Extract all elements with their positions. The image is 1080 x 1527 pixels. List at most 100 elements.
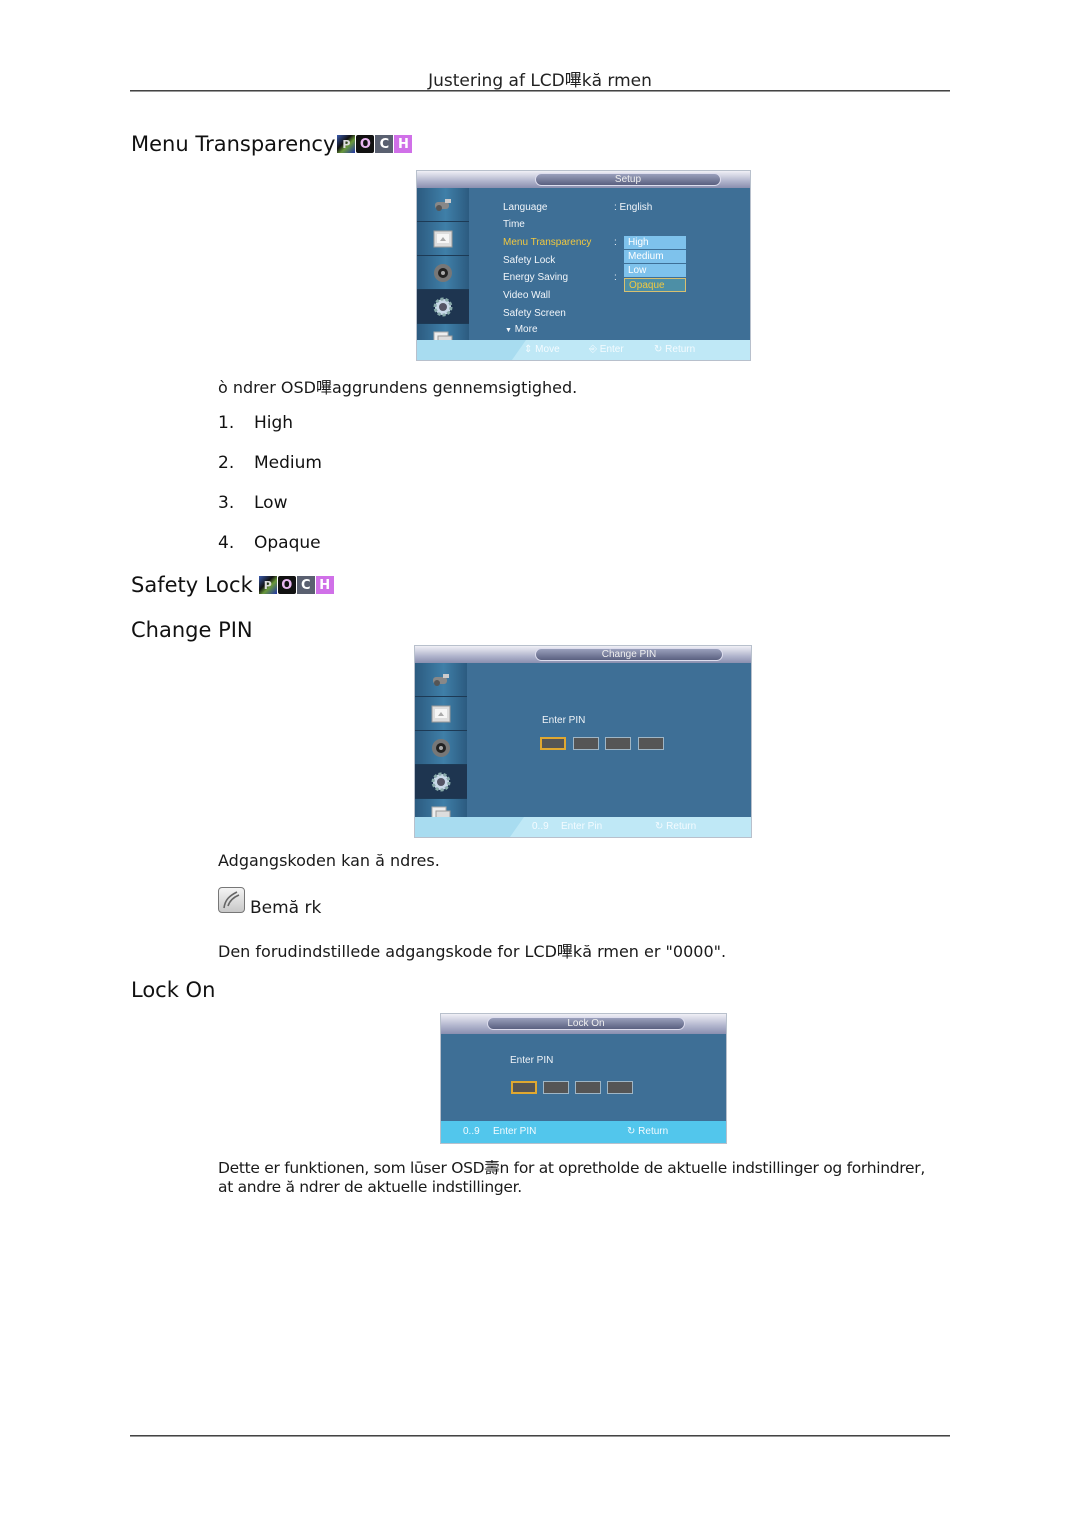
option-list-item: 2. Medium xyxy=(218,453,322,473)
osd-title: Setup xyxy=(535,173,721,186)
osd-item-video-wall: Video Wall xyxy=(503,290,551,301)
osd-picture-icon xyxy=(417,222,469,256)
return-icon: ↻ xyxy=(654,344,663,355)
option-list-item: 3. Low xyxy=(218,493,287,513)
note-text: Den forudindstillede adgangskode for LCD… xyxy=(218,942,727,961)
mode-badges: P O C H xyxy=(337,135,413,153)
note-title: Bemă rk xyxy=(250,898,322,918)
option-number: 4. xyxy=(218,533,235,553)
safety-lock-title: Safety Lock xyxy=(131,573,253,597)
osd-title: Lock On xyxy=(487,1017,685,1030)
osd-item-language: Language xyxy=(503,202,548,213)
osd-item-energy-saving: Energy Saving xyxy=(503,272,569,283)
osd-picture-icon xyxy=(415,697,467,731)
option-label: Opaque xyxy=(254,533,321,553)
component-mode-icon: C xyxy=(296,576,315,594)
osd-footer: 0..9 Enter PIN ↻ Return xyxy=(441,1121,726,1143)
menu-transparency-title: Menu Transparency xyxy=(131,132,336,156)
arrow-down-icon: ▼ xyxy=(505,327,512,334)
osd-sidebar xyxy=(415,663,467,826)
dropdown-option-low: Low xyxy=(624,264,686,278)
osd-item-menu-transparency: Menu Transparency xyxy=(503,237,592,248)
pin-digit-2 xyxy=(573,737,599,750)
enter-pin-label: Enter PIN xyxy=(542,715,586,726)
header-divider xyxy=(130,90,950,92)
note-icon xyxy=(218,887,245,913)
component-mode-icon: C xyxy=(375,135,394,153)
osd-sound-icon xyxy=(415,731,467,765)
osd-item-safety-lock: Safety Lock xyxy=(503,255,556,266)
osd-item-time: Time xyxy=(503,219,525,230)
dropdown-option-medium: Medium xyxy=(624,250,686,264)
osd-item-more-label: More xyxy=(514,324,538,335)
pin-digit-2 xyxy=(543,1081,569,1094)
option-list-item: 1. High xyxy=(218,413,293,433)
option-number: 2. xyxy=(218,453,235,473)
change-pin-description: Adgangskoden kan ă ndres. xyxy=(218,851,440,870)
change-pin-heading: Change PIN xyxy=(131,618,253,642)
osd-input-icon xyxy=(417,188,469,222)
osd-footer-enter: ⎆ Enter xyxy=(589,344,624,355)
setup-osd-screenshot: Setup Language : English Time Menu Trans… xyxy=(416,170,751,361)
mode-badges: P O C H xyxy=(258,576,334,594)
menu-transparency-description: ò ndrer OSD嗶aggrundens gennemsigtighed. xyxy=(218,378,578,397)
menu-transparency-heading: Menu Transparency P O C H xyxy=(131,132,413,156)
osd-footer-digits: 0..9 xyxy=(463,1126,480,1137)
lock-on-osd-screenshot: Lock On Enter PIN 0..9 Enter PIN ↻ Retur… xyxy=(440,1013,727,1144)
osd-footer-return-label: Return xyxy=(638,1126,669,1137)
osd-footer: ⇕ Move ⎆ Enter ↻ Return xyxy=(417,340,750,360)
pin-digit-3 xyxy=(605,737,631,750)
pc-mode-icon: P xyxy=(258,576,277,594)
hdmi-mode-icon: H xyxy=(315,576,334,594)
enter-icon: ⎆ xyxy=(589,344,597,355)
footer-divider xyxy=(130,1435,950,1437)
pin-digit-4 xyxy=(638,737,664,750)
osd-footer-return: ↻ Return xyxy=(654,344,695,355)
osd-item-safety-screen: Safety Screen xyxy=(503,308,566,319)
osd-item-energy-saving-colon: : xyxy=(614,272,617,283)
osd-footer-enter: Enter PIN xyxy=(493,1126,537,1137)
option-list-item: 4. Opaque xyxy=(218,533,321,553)
osd-footer: 0..9 Enter Pin ↻ Return xyxy=(415,817,751,837)
osd-item-menu-transparency-colon: : xyxy=(614,237,617,248)
return-icon: ↻ xyxy=(655,821,664,832)
transparency-dropdown: High Medium Low Opaque xyxy=(624,236,686,292)
dvi-mode-icon: O xyxy=(277,576,296,594)
osd-footer-return: ↻ Return xyxy=(627,1126,668,1137)
pin-digit-4 xyxy=(607,1081,633,1094)
dvi-mode-icon: O xyxy=(356,135,375,153)
option-number: 3. xyxy=(218,493,235,513)
osd-sound-icon xyxy=(417,256,469,290)
osd-footer-move: ⇕ Move xyxy=(524,344,560,355)
lock-on-heading: Lock On xyxy=(131,978,216,1002)
pc-mode-icon: P xyxy=(337,135,356,153)
osd-item-more: ▼ More xyxy=(505,324,538,335)
osd-input-icon xyxy=(415,663,467,697)
osd-footer-return-label: Return xyxy=(665,344,696,355)
osd-footer-move-label: Move xyxy=(535,344,560,355)
lock-on-description-line2: at andre ă ndrer de aktuelle indstilling… xyxy=(218,1178,522,1196)
option-label: Medium xyxy=(254,453,322,473)
safety-lock-heading: Safety Lock P O C H xyxy=(131,573,334,597)
move-arrows-icon: ⇕ xyxy=(524,344,533,355)
option-label: Low xyxy=(254,493,288,513)
osd-setup-icon xyxy=(417,290,469,324)
osd-title: Change PIN xyxy=(535,648,723,661)
osd-footer-return-label: Return xyxy=(666,821,697,832)
option-label: High xyxy=(254,413,294,433)
osd-footer-return: ↻ Return xyxy=(655,821,696,832)
return-icon: ↻ xyxy=(627,1126,636,1137)
pin-digit-3 xyxy=(575,1081,601,1094)
change-pin-osd-screenshot: Change PIN Enter PIN 0..9 Enter Pin ↻ Re… xyxy=(414,645,752,838)
dropdown-option-high: High xyxy=(624,236,686,250)
osd-footer-enter-label: Enter xyxy=(599,344,624,355)
enter-pin-label: Enter PIN xyxy=(510,1055,554,1066)
page-header-title: Justering af LCD嗶kă rmen xyxy=(428,71,652,91)
osd-footer-digits: 0..9 xyxy=(532,821,549,832)
option-number: 1. xyxy=(218,413,235,433)
osd-item-language-value: : English xyxy=(614,202,653,213)
osd-setup-icon xyxy=(415,765,467,799)
hdmi-mode-icon: H xyxy=(394,135,413,153)
osd-sidebar xyxy=(417,188,469,351)
lock-on-description-line1: Dette er funktionen, som lūser OSD壽n for… xyxy=(218,1159,925,1177)
